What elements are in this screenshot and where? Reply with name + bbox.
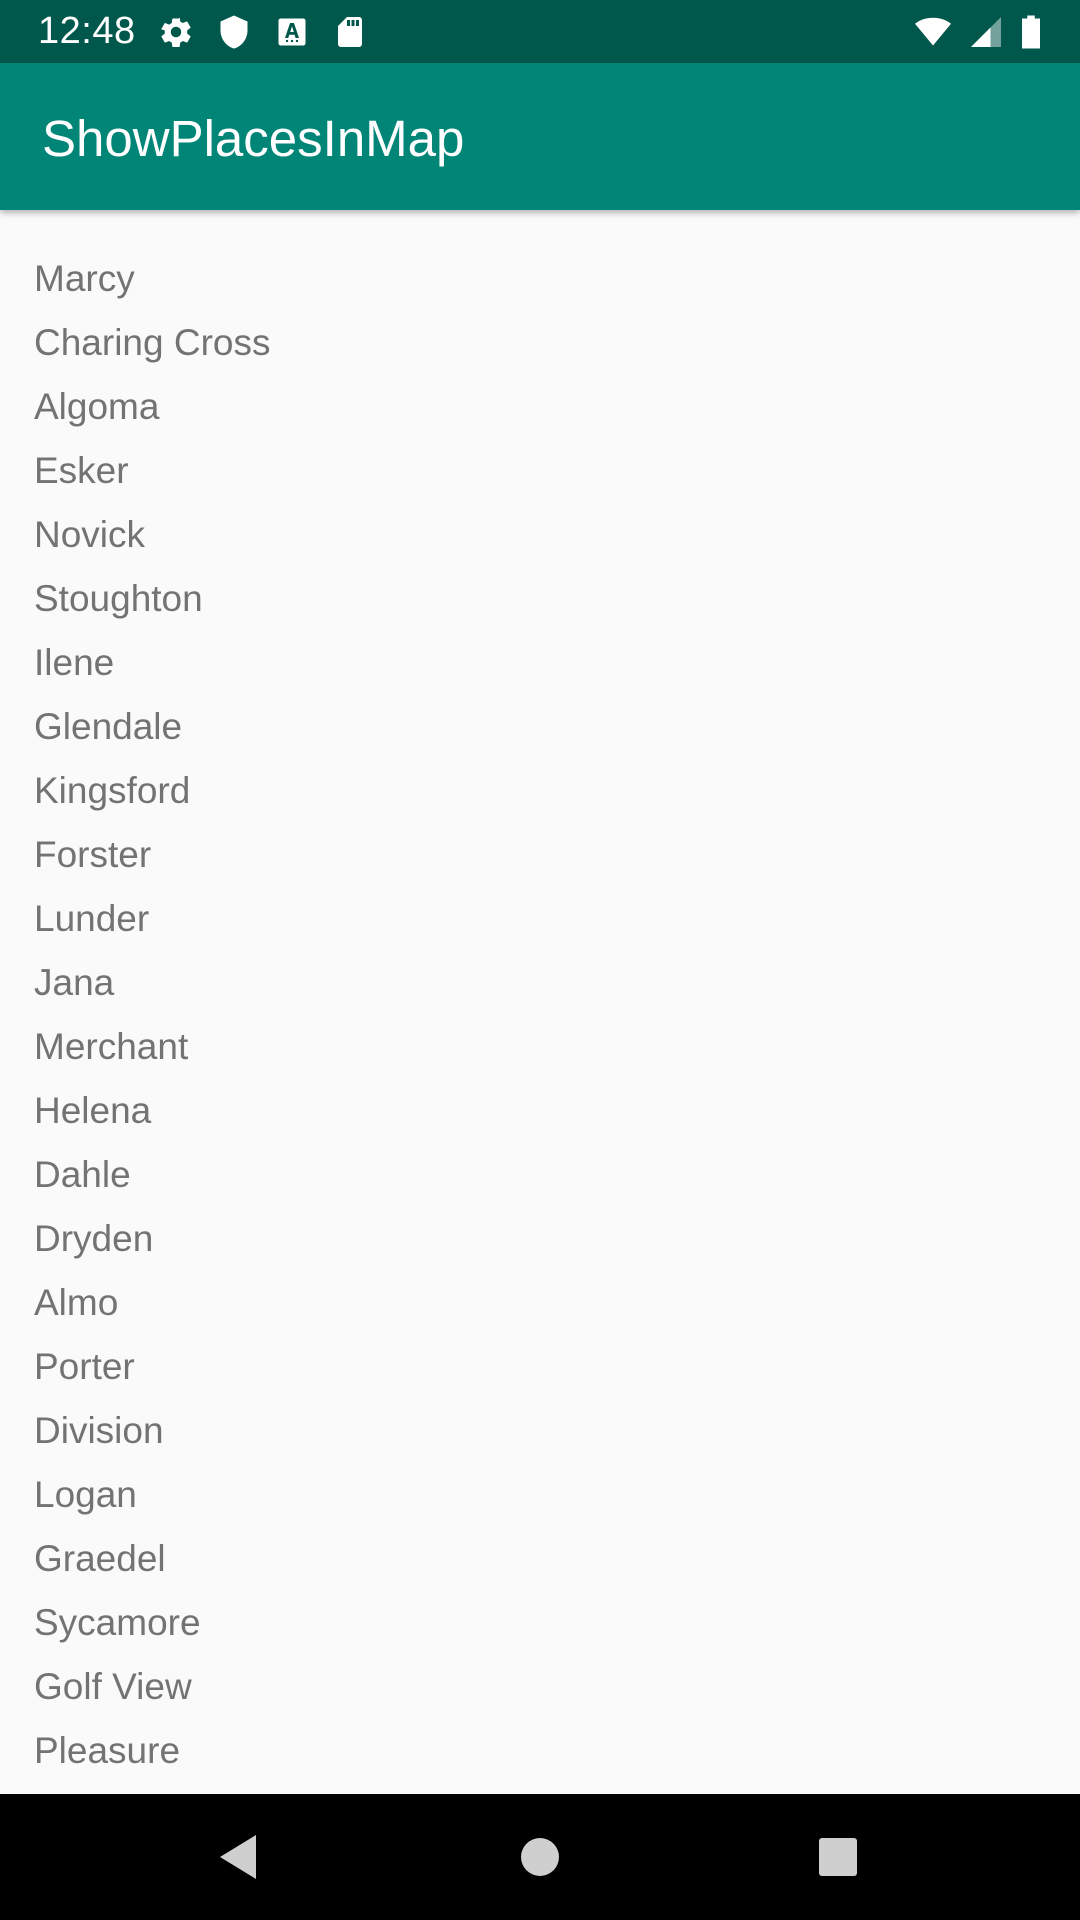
gear-icon bbox=[161, 17, 191, 48]
shield-icon bbox=[220, 15, 248, 49]
navigation-bar bbox=[0, 1794, 1080, 1920]
app-bar: ShowPlacesInMap bbox=[0, 63, 1080, 210]
list-item[interactable]: Sycamore bbox=[34, 1591, 201, 1655]
app-title: ShowPlacesInMap bbox=[42, 110, 465, 167]
list-item[interactable]: Jana bbox=[34, 951, 114, 1015]
list-item[interactable]: Glendale bbox=[34, 695, 182, 759]
list-item[interactable]: Merchant bbox=[34, 1015, 188, 1079]
list-item[interactable]: Dahle bbox=[34, 1143, 131, 1207]
battery-icon bbox=[1022, 15, 1040, 49]
list-item[interactable]: Marcy bbox=[34, 247, 135, 311]
status-bar: 12:48 bbox=[0, 0, 1080, 63]
recents-button[interactable] bbox=[768, 1794, 908, 1920]
list-item[interactable]: Logan bbox=[34, 1463, 137, 1527]
list-item[interactable]: Division bbox=[34, 1399, 164, 1463]
list-item[interactable]: Kingsford bbox=[34, 759, 190, 823]
home-icon bbox=[521, 1838, 559, 1876]
list-item[interactable]: Stoughton bbox=[34, 567, 203, 631]
sd-card-icon bbox=[338, 17, 362, 47]
list-item[interactable]: Lunder bbox=[34, 887, 149, 951]
list-item[interactable]: Helena bbox=[34, 1079, 151, 1143]
list-item[interactable]: Algoma bbox=[34, 375, 159, 439]
list-item[interactable]: Pleasure bbox=[34, 1719, 180, 1783]
wifi-icon bbox=[915, 17, 951, 46]
keyboard-a-icon bbox=[278, 18, 306, 46]
list-item[interactable]: Esker bbox=[34, 439, 129, 503]
list-item[interactable]: Graedel bbox=[34, 1527, 166, 1591]
back-button[interactable] bbox=[168, 1794, 308, 1920]
list-item[interactable]: Forster bbox=[34, 823, 151, 887]
list-item[interactable]: Dryden bbox=[34, 1207, 153, 1271]
cellular-signal-icon bbox=[971, 17, 1001, 47]
status-icons-left bbox=[158, 14, 368, 50]
list-item[interactable]: Charing Cross bbox=[34, 311, 270, 375]
places-list[interactable]: Marcy Charing Cross Algoma Esker Novick … bbox=[0, 210, 1080, 1794]
recents-icon bbox=[819, 1838, 857, 1876]
back-icon bbox=[220, 1835, 256, 1879]
home-button[interactable] bbox=[470, 1794, 610, 1920]
list-item[interactable]: Novick bbox=[34, 503, 145, 567]
status-icons-right bbox=[912, 14, 1044, 50]
list-item[interactable]: Porter bbox=[34, 1335, 135, 1399]
list-item[interactable]: Ilene bbox=[34, 631, 114, 695]
status-time: 12:48 bbox=[38, 10, 136, 52]
list-item[interactable]: Golf View bbox=[34, 1655, 192, 1719]
list-item[interactable]: Almo bbox=[34, 1271, 118, 1335]
